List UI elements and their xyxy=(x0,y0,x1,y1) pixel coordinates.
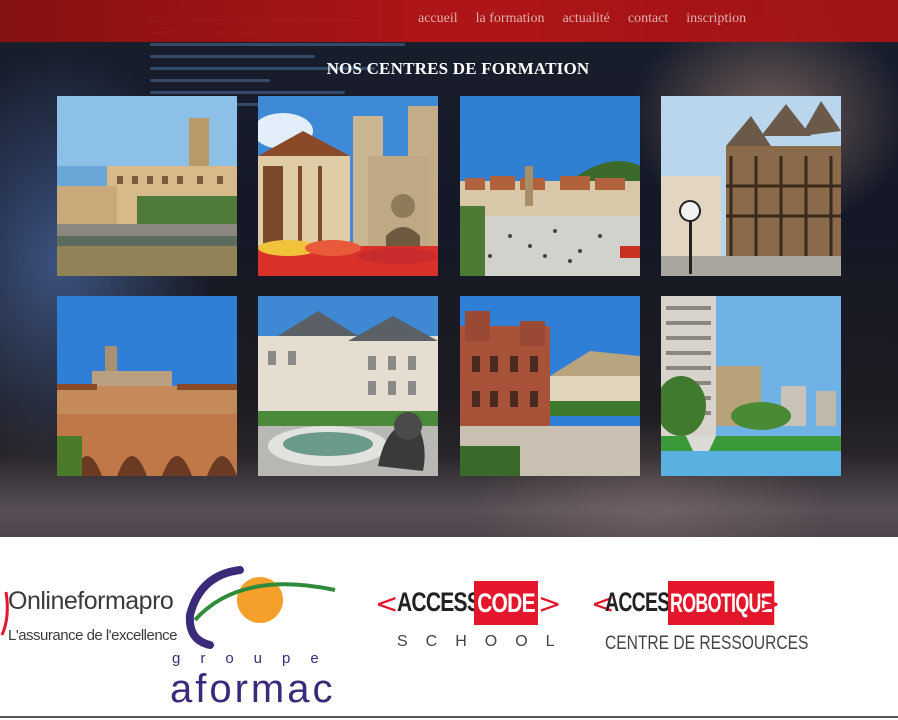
center-tile-2[interactable] xyxy=(258,96,438,276)
lion-fountain-photo-icon xyxy=(258,296,438,476)
onlineformapro-tagline: L'assurance de l'excellence xyxy=(8,627,178,644)
nav-item-actualite[interactable]: actualité xyxy=(562,11,609,27)
center-tile-5[interactable] xyxy=(57,296,237,476)
nav-links: accueil la formation actualité contact i… xyxy=(418,11,764,27)
nav-item-inscription[interactable]: inscription xyxy=(686,11,746,27)
center-tile-6[interactable] xyxy=(258,296,438,476)
bridge-cathedral-photo-icon xyxy=(57,296,237,476)
access-code-sub: SCHOOL xyxy=(397,633,573,650)
center-tile-4[interactable] xyxy=(661,96,841,276)
red-building-photo-icon xyxy=(460,296,640,476)
access-code-right: CODE xyxy=(474,581,538,625)
access-robotique-right-chevron-icon: > xyxy=(757,587,781,620)
town-square-photo-icon xyxy=(460,96,640,276)
access-code-school-logo[interactable]: < ACCESS CODE > SCHOOL xyxy=(375,581,562,661)
onlineformapro-logo[interactable]: Onlineformapro L'assurance de l'excellen… xyxy=(0,577,178,657)
access-code-left: ACCESS xyxy=(397,587,481,617)
access-code-right-chevron-icon: > xyxy=(538,587,562,620)
cathedral-photo-icon xyxy=(258,96,438,276)
nav-item-contact[interactable]: contact xyxy=(628,11,668,27)
center-tile-3[interactable] xyxy=(460,96,640,276)
center-tile-1[interactable] xyxy=(57,96,237,276)
fountain-park-photo-icon xyxy=(661,296,841,476)
centers-grid xyxy=(57,96,841,476)
aformac-logo[interactable]: groupe aformac xyxy=(170,565,370,715)
access-robotique-logo[interactable]: < ACCESS ROBOTIQUE > CENTRE DE RESSOURCE… xyxy=(591,581,808,661)
aformac-groupe: groupe xyxy=(172,650,339,667)
nav-item-la-formation[interactable]: la formation xyxy=(476,11,545,27)
partners-logos: Onlineformapro L'assurance de l'excellen… xyxy=(0,537,898,718)
access-code-left-chevron-icon: < xyxy=(375,587,399,620)
center-tile-7[interactable] xyxy=(460,296,640,476)
access-robotique-sub: CENTRE DE RESSOURCES xyxy=(605,633,809,654)
top-navbar: accueil la formation actualité contact i… xyxy=(0,0,898,42)
aformac-name: aformac xyxy=(170,667,336,711)
section-title: NOS CENTRES DE FORMATION xyxy=(326,59,590,78)
nav-item-accueil[interactable]: accueil xyxy=(418,11,458,27)
onlineformapro-name: Onlineformapro xyxy=(8,587,174,615)
timber-houses-photo-icon xyxy=(661,96,841,276)
river-city-photo-icon xyxy=(57,96,237,276)
center-tile-8[interactable] xyxy=(661,296,841,476)
